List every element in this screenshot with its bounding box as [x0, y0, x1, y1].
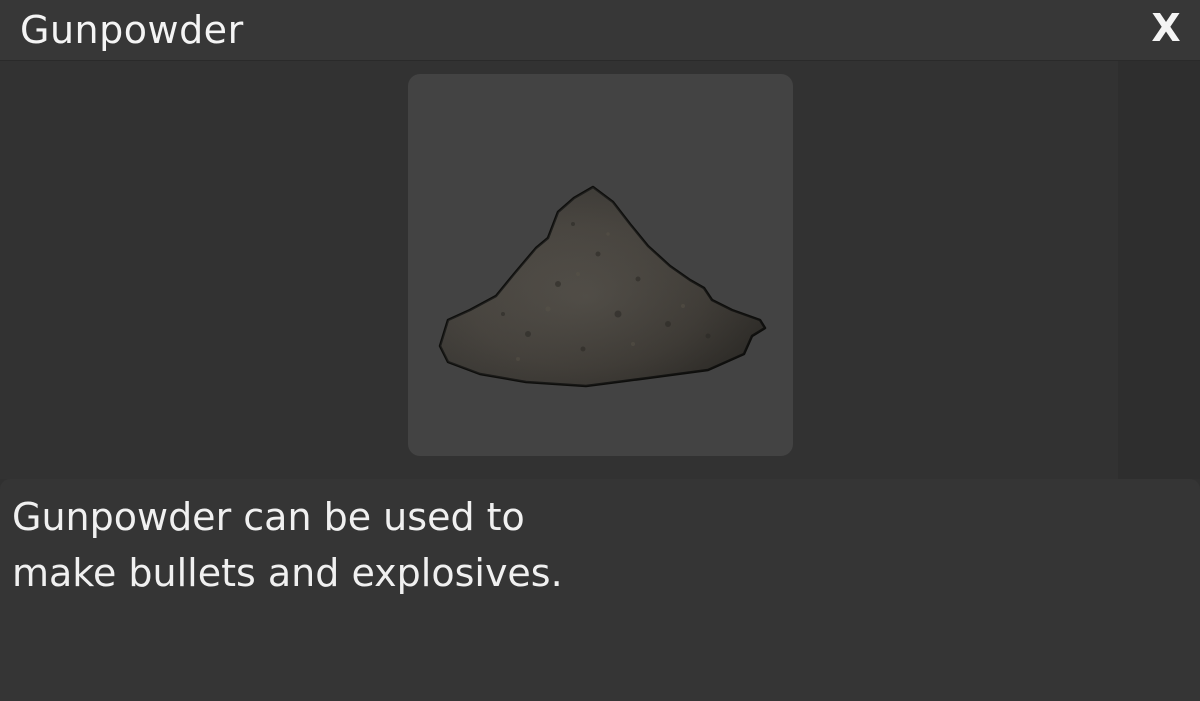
item-info-window: Gunpowder X Gunpowder can be used to mak…	[0, 0, 1200, 701]
item-image-frame	[408, 74, 793, 456]
item-preview-area	[0, 61, 1200, 479]
title-bar: Gunpowder X	[0, 0, 1200, 61]
preview-side-panel	[1118, 61, 1200, 479]
item-description: Gunpowder can be used to make bullets an…	[12, 495, 563, 595]
item-title: Gunpowder	[20, 8, 244, 52]
close-button[interactable]: X	[1146, 4, 1186, 52]
gunpowder-pile-icon	[438, 185, 767, 388]
description-panel: Gunpowder can be used to make bullets an…	[0, 479, 1200, 701]
